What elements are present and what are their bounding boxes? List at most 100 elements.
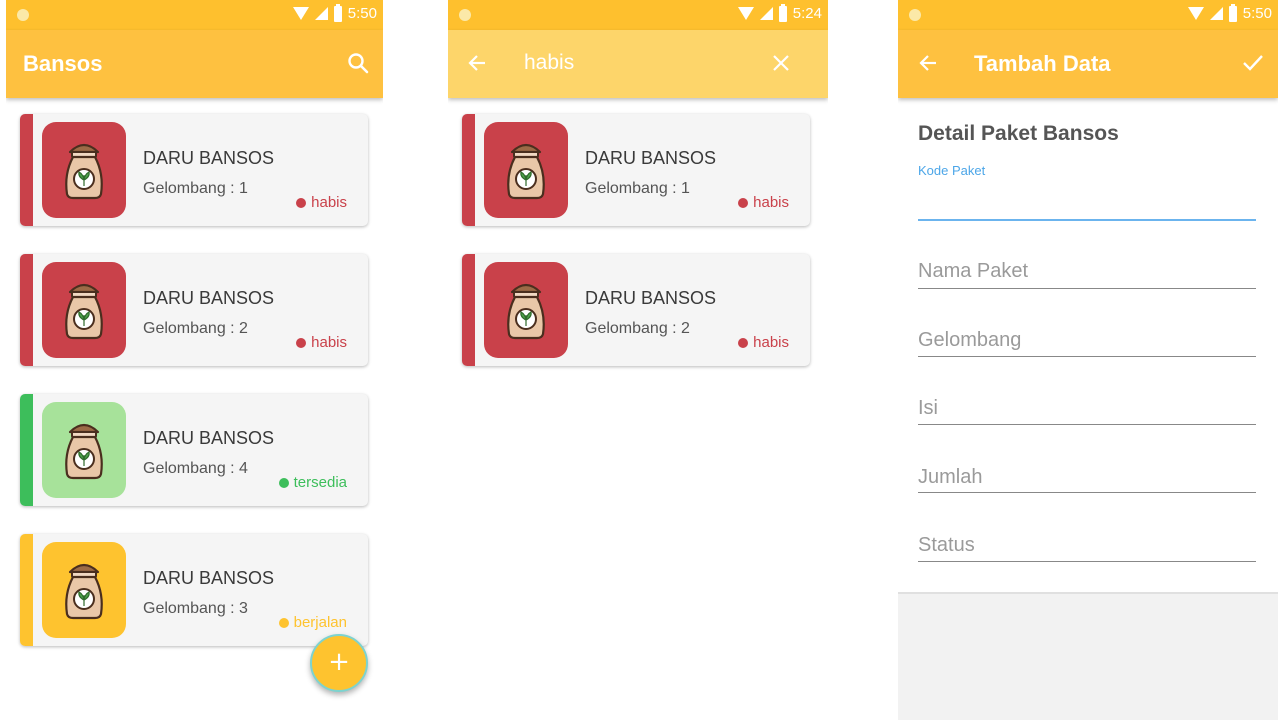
status-badge: habis [296,194,347,211]
arrow-left-icon[interactable] [918,53,938,77]
signal-icon [1209,7,1223,20]
status-stripe [462,254,475,366]
status-field[interactable] [918,530,1256,566]
status-badge: berjalan [278,614,347,631]
signal-icon [314,7,328,20]
focus-underline [918,219,1256,221]
kode-paket-field[interactable]: Kode Paket [918,163,1256,223]
list-item[interactable]: DARU BANSOS Gelombang : 4 tersedia [20,394,368,506]
status-stripe [462,114,475,226]
screen-add-data: 5:50 Tambah Data Detail Paket Bansos Kod… [898,0,1278,720]
add-button[interactable]: + [310,634,368,692]
status-time: 5:50 [347,5,377,22]
status-dot-icon [296,197,307,208]
search-input[interactable]: habis [524,51,574,75]
package-thumbnail [42,122,126,218]
package-thumbnail [42,402,126,498]
screen-search-results: 5:24 habis DARU BANSOS Gelombang : 1 hab… [448,0,828,720]
nama-paket-input[interactable] [918,256,1256,286]
nama-paket-field[interactable] [918,256,1256,292]
notification-dot-icon [459,9,471,21]
status-bar: 5:24 [448,0,828,30]
grain-sack-icon [507,143,545,200]
status-stripe [20,254,33,366]
status-badge: habis [738,194,789,211]
list-item[interactable]: DARU BANSOS Gelombang : 2 habis [20,254,368,366]
status-bar: 5:50 [898,0,1278,30]
package-name: DARU BANSOS [143,288,275,308]
wifi-icon [292,7,309,20]
package-name: DARU BANSOS [585,148,717,168]
status-dot-icon [738,197,749,208]
package-name: DARU BANSOS [143,568,275,588]
package-thumbnail [42,262,126,358]
app-bar: Tambah Data [898,30,1278,98]
battery-icon [1228,3,1237,22]
status-dot-icon [278,617,289,628]
kode-paket-label: Kode Paket [918,163,986,178]
underline [918,424,1256,425]
underline [918,492,1256,493]
list-item[interactable]: DARU BANSOS Gelombang : 1 habis [462,114,810,226]
package-wave: Gelombang : 3 [143,600,248,617]
screen-bansos-list: 5:50 Bansos DARU BANSOS Gelombang : 1 ha… [6,0,383,720]
package-wave: Gelombang : 1 [143,180,248,197]
plus-icon: + [328,647,350,677]
status-badge: habis [738,334,789,351]
check-icon[interactable] [1242,53,1264,77]
underline [918,288,1256,289]
status-time: 5:50 [1242,5,1272,22]
search-bar: habis [448,30,828,98]
kode-paket-input[interactable] [918,187,1256,217]
wifi-icon [1187,7,1204,20]
package-thumbnail [484,262,568,358]
notification-dot-icon [17,9,29,21]
package-wave: Gelombang : 4 [143,460,248,477]
isi-field[interactable] [918,393,1256,429]
arrow-left-icon[interactable] [467,53,487,77]
status-stripe [20,394,33,506]
bottom-panel [898,592,1278,720]
grain-sack-icon [65,283,103,340]
status-bar: 5:50 [6,0,383,30]
page-title: Tambah Data [974,51,1111,76]
grain-sack-icon [507,283,545,340]
wifi-icon [737,7,754,20]
status-dot-icon [296,337,307,348]
battery-icon [778,3,787,22]
underline [918,561,1256,562]
package-wave: Gelombang : 1 [585,180,690,197]
jumlah-field[interactable] [918,462,1256,498]
package-name: DARU BANSOS [585,288,717,308]
package-name: DARU BANSOS [143,148,275,168]
jumlah-input[interactable] [918,462,1256,492]
gelombang-input[interactable] [918,325,1256,355]
status-stripe [20,114,33,226]
package-name: DARU BANSOS [143,428,275,448]
status-time: 5:24 [792,5,822,22]
list-item[interactable]: DARU BANSOS Gelombang : 3 berjalan [20,534,368,646]
status-dot-icon [738,337,749,348]
grain-sack-icon [65,563,103,620]
package-wave: Gelombang : 2 [585,320,690,337]
gelombang-field[interactable] [918,325,1256,361]
list-item[interactable]: DARU BANSOS Gelombang : 2 habis [462,254,810,366]
search-icon[interactable] [347,52,369,78]
form-title: Detail Paket Bansos [918,122,1119,145]
package-wave: Gelombang : 2 [143,320,248,337]
page-title: Bansos [23,51,103,76]
grain-sack-icon [65,143,103,200]
status-stripe [20,534,33,646]
status-dot-icon [278,477,289,488]
app-bar: Bansos [6,30,383,98]
grain-sack-icon [65,423,103,480]
status-badge: habis [296,334,347,351]
package-thumbnail [484,122,568,218]
close-icon[interactable] [772,54,790,76]
notification-dot-icon [909,9,921,21]
package-thumbnail [42,542,126,638]
list-item[interactable]: DARU BANSOS Gelombang : 1 habis [20,114,368,226]
signal-icon [759,7,773,20]
isi-input[interactable] [918,393,1256,423]
status-input[interactable] [918,530,1256,560]
